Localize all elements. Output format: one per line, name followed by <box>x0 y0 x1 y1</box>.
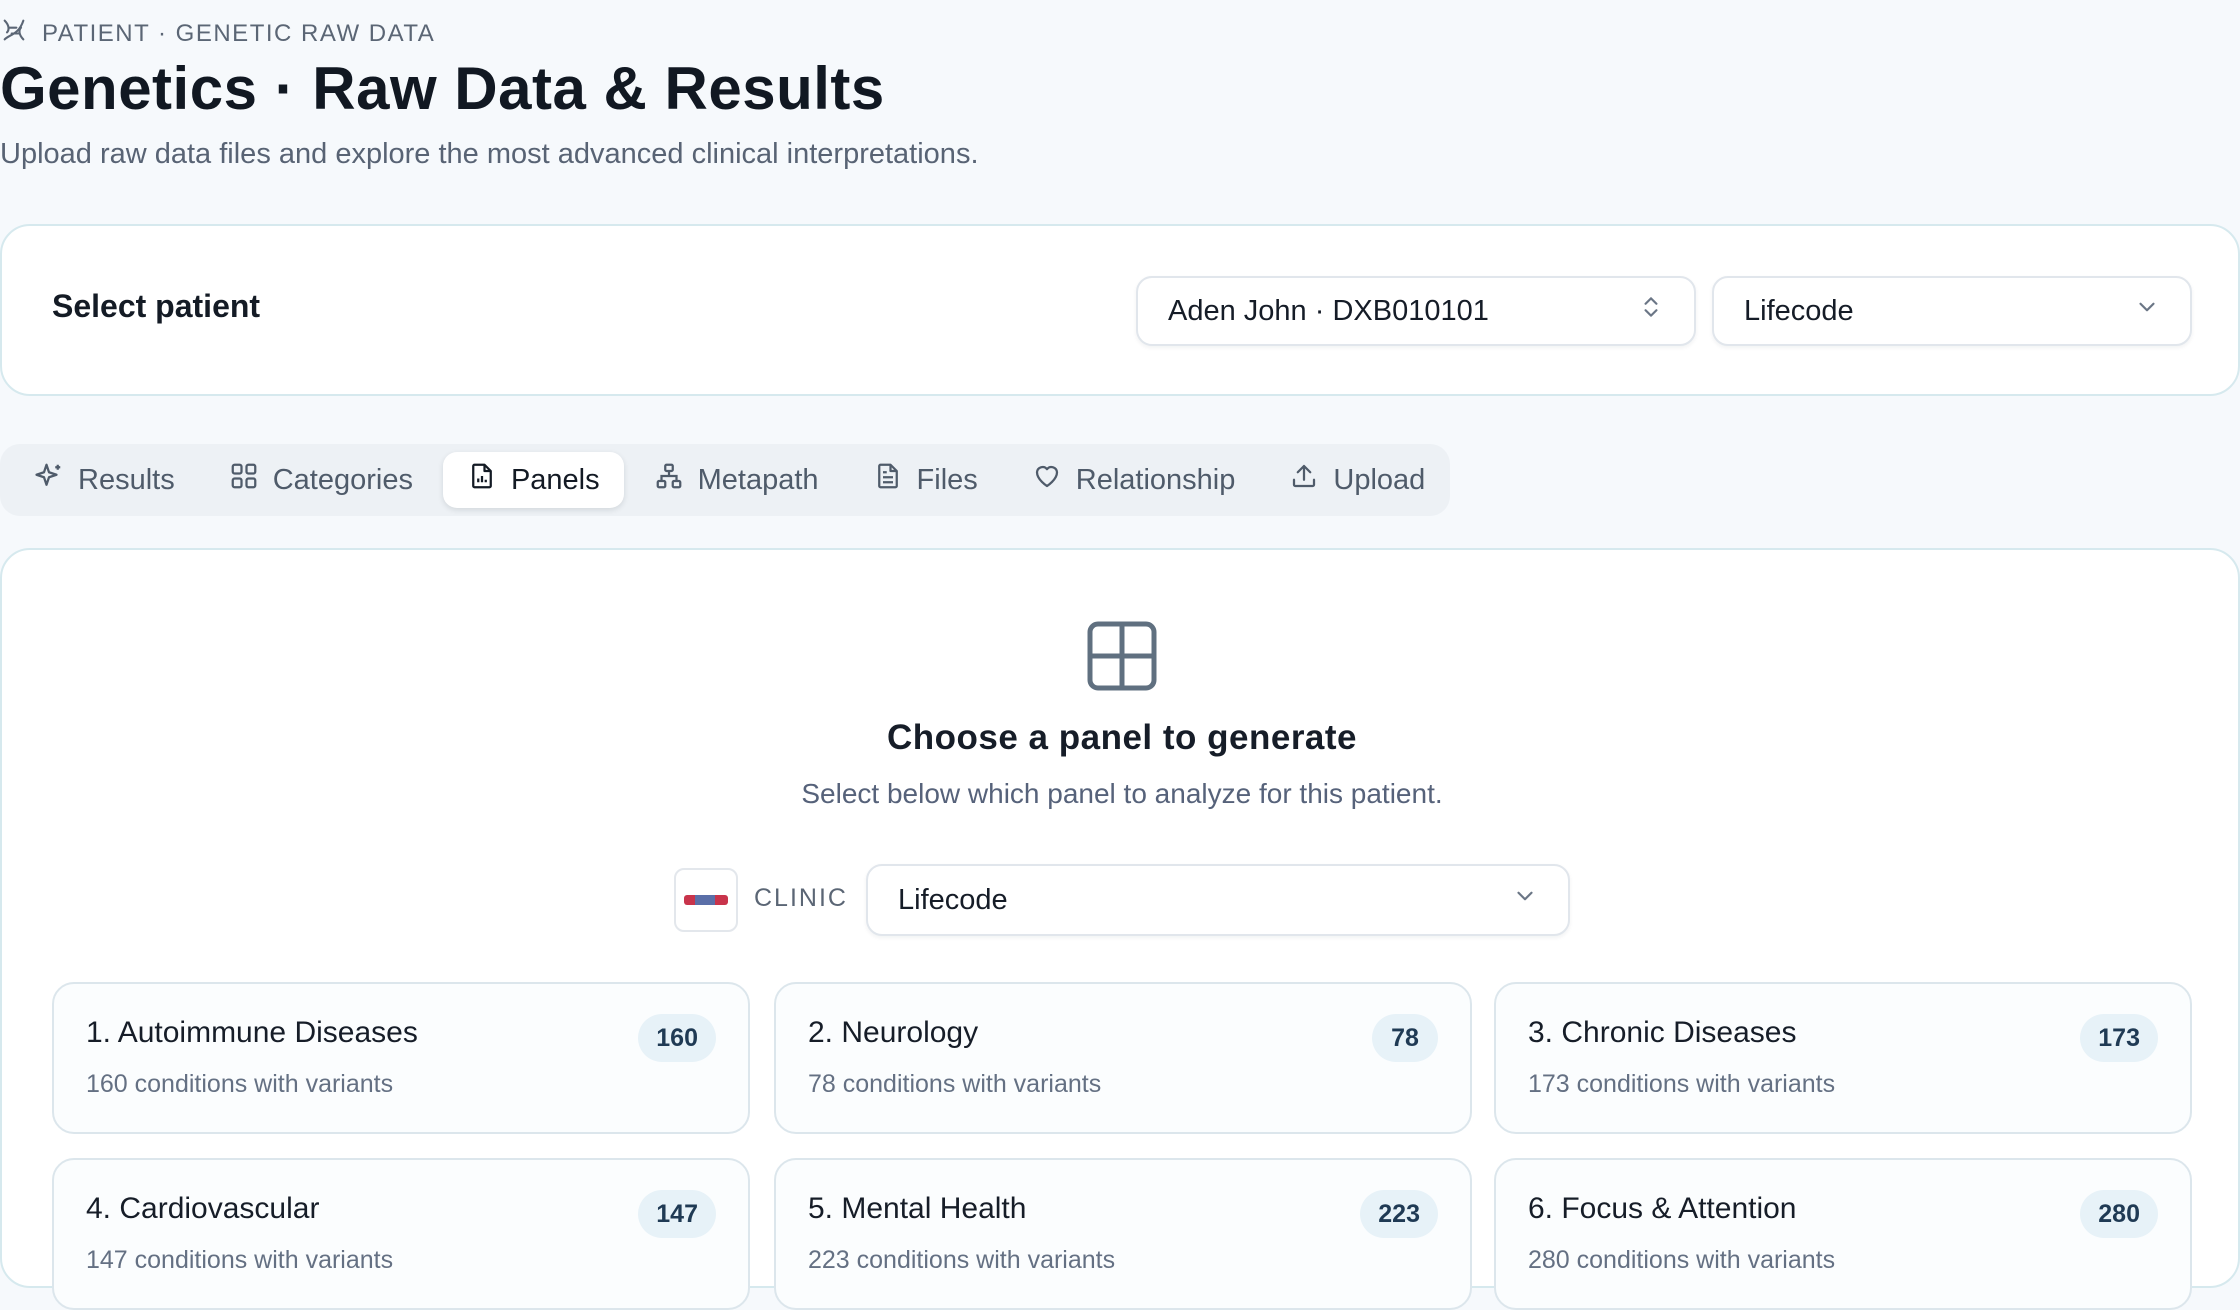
panel-chooser-card: Choose a panel to generate Select below … <box>0 548 2240 1310</box>
tab-panels[interactable]: Panels <box>442 452 624 508</box>
panel-name: 5. Mental Health <box>808 1192 1027 1225</box>
tab-upload-label: Upload <box>1333 463 1426 496</box>
panel-description: 173 conditions with variants <box>1528 1070 1836 1098</box>
panel-name: 3. Chronic Diseases <box>1528 1016 1797 1049</box>
panel-description: 78 conditions with variants <box>808 1070 1102 1098</box>
panel-count-badge: 173 <box>2080 1014 2158 1062</box>
patient-select-value: Aden John · DXB010101 <box>1168 294 1489 327</box>
eyebrow-text: PATIENT · GENETIC RAW DATA <box>42 19 436 47</box>
panel-card-chronic-diseases[interactable]: 3. Chronic Diseases 173 173 conditions w… <box>1494 982 2192 1134</box>
panel-count-badge: 223 <box>1360 1190 1438 1238</box>
heart-icon <box>1032 461 1062 499</box>
breadcrumb: PATIENT · GENETIC RAW DATA <box>0 16 435 51</box>
panel-count-badge: 147 <box>638 1190 716 1238</box>
dna-icon <box>0 16 28 51</box>
panel-card-focus-attention[interactable]: 6. Focus & Attention 280 280 conditions … <box>1494 1158 2192 1310</box>
tab-relationship-label: Relationship <box>1075 463 1236 496</box>
tab-bar: Results Categories Panels Metapath Files… <box>0 444 1450 516</box>
file-text-icon <box>873 461 903 499</box>
panel-count-badge: 160 <box>638 1014 716 1062</box>
panel-count-badge: 280 <box>2080 1190 2158 1238</box>
tab-metapath-label: Metapath <box>697 463 819 496</box>
select-patient-card: Select patient Aden John · DXB010101 Lif… <box>0 224 2240 396</box>
tab-relationship[interactable]: Relationship <box>1008 452 1260 508</box>
clinic-label: CLINIC <box>754 884 848 912</box>
panel-card-cardiovascular[interactable]: 4. Cardiovascular 147 147 conditions wit… <box>52 1158 750 1310</box>
panel-description: 160 conditions with variants <box>86 1070 394 1098</box>
tab-categories[interactable]: Categories <box>205 452 437 508</box>
clinic-select-top-value: Lifecode <box>1744 294 1854 327</box>
tab-categories-label: Categories <box>272 463 413 496</box>
page-subtitle: Upload raw data files and explore the mo… <box>0 138 979 170</box>
grid-icon <box>1086 620 1158 692</box>
sparkles-icon <box>34 461 64 499</box>
clinic-logo <box>674 868 738 932</box>
panel-count-badge: 78 <box>1372 1014 1438 1062</box>
clinic-select-top[interactable]: Lifecode <box>1712 276 2192 346</box>
clinic-select-value: Lifecode <box>898 883 1008 916</box>
page-title: Genetics · Raw Data & Results <box>0 55 885 122</box>
chevron-down-icon <box>2134 294 2160 328</box>
tab-results-label: Results <box>78 463 175 496</box>
tab-results[interactable]: Results <box>10 452 199 508</box>
panel-chooser-title: Choose a panel to generate <box>886 718 1358 757</box>
panel-name: 4. Cardiovascular <box>86 1192 320 1225</box>
chevrons-up-down-icon <box>1638 294 1664 328</box>
document-chart-icon <box>467 461 497 499</box>
select-patient-label: Select patient <box>52 288 261 324</box>
chevron-down-icon <box>1512 883 1538 917</box>
grid-icon <box>229 461 259 499</box>
tab-upload[interactable]: Upload <box>1265 452 1449 508</box>
network-icon <box>654 461 684 499</box>
panel-description: 280 conditions with variants <box>1528 1246 1836 1274</box>
panel-card-autoimmune[interactable]: 1. Autoimmune Diseases 160 160 condition… <box>52 982 750 1134</box>
panel-card-neurology[interactable]: 2. Neurology 78 78 conditions with varia… <box>774 982 1472 1134</box>
patient-select[interactable]: Aden John · DXB010101 <box>1136 276 1696 346</box>
panel-name: 6. Focus & Attention <box>1528 1192 1797 1225</box>
tab-files-label: Files <box>916 463 978 496</box>
panel-card-mental-health[interactable]: 5. Mental Health 223 223 conditions with… <box>774 1158 1472 1310</box>
tab-files[interactable]: Files <box>849 452 1002 508</box>
panel-description: 147 conditions with variants <box>86 1246 394 1274</box>
panel-chooser-subtitle: Select below which panel to analyze for … <box>801 778 1443 809</box>
panel-description: 223 conditions with variants <box>808 1246 1116 1274</box>
panel-name: 2. Neurology <box>808 1016 979 1049</box>
panel-name: 1. Autoimmune Diseases <box>86 1016 418 1049</box>
tab-panels-label: Panels <box>510 463 600 496</box>
clinic-select[interactable]: Lifecode <box>866 864 1570 936</box>
tab-metapath[interactable]: Metapath <box>630 452 843 508</box>
upload-icon <box>1289 461 1319 499</box>
